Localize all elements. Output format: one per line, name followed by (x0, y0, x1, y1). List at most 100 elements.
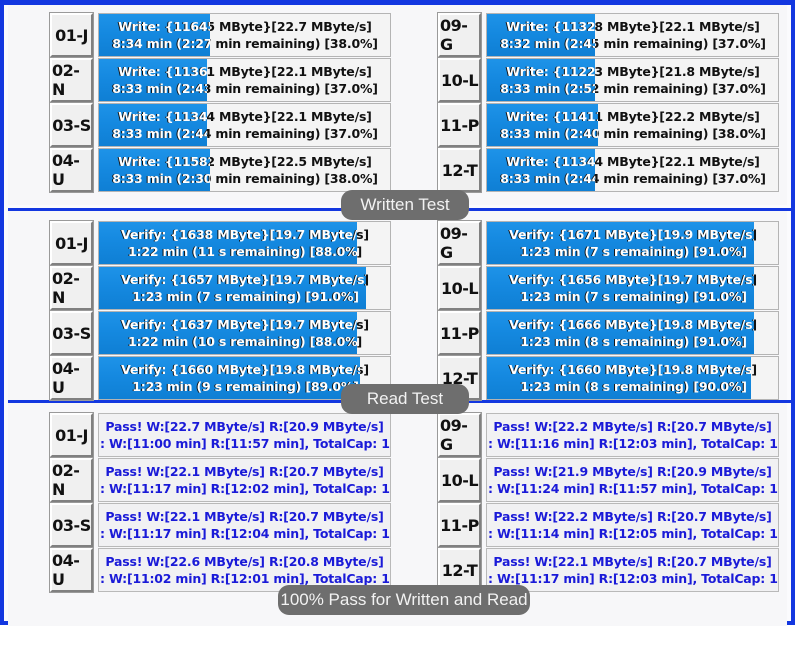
slot-row: 03-S Pass! W:[22.1 MByte/s] R:[20.7 MByte… (50, 503, 391, 547)
result-line-1: Pass! W:[22.2 MByte/s] R:[20.7 MByte/s] (493, 509, 772, 524)
slot-row: 11-P Pass! W:[22.2 MByte/s] R:[20.7 MByte… (438, 503, 779, 547)
slot-id-label[interactable]: 10-L (438, 266, 481, 310)
result-line-1: Pass! W:[22.1 MByte/s] R:[20.7 MByte/s] (105, 464, 384, 479)
slot-row: 10-L Write: {11223 MByte}[21.8 MByte/s] 8:… (438, 58, 779, 102)
slot-id-label[interactable]: 09-G (438, 221, 481, 265)
progress-bar-text-inverted-inner: Verify: {1637 MByte}[19.7 MByte/s] 1:22 m… (99, 312, 357, 354)
progress-line-2-inverted: 8:32 min (2:45 min remaining) [37.0%] (500, 36, 595, 51)
slot-id-label[interactable]: 11-P (438, 103, 481, 147)
result-line-1: Pass! W:[22.2 MByte/s] R:[20.7 MByte/s] (493, 419, 772, 434)
result-line-1: Pass! W:[22.6 MByte/s] R:[20.8 MByte/s] (105, 554, 384, 569)
progress-line-1-inverted: Write: {11344 MByte}[22.1 MByte/s] (118, 109, 207, 124)
progress-line-2-inverted: 8:33 min (2:43 min remaining) [37.0%] (112, 81, 207, 96)
slot-id-label[interactable]: 10-L (438, 458, 481, 502)
progress-bar: Write: {11223 MByte}[21.8 MByte/s] 8:33 m… (486, 58, 779, 102)
result-line-2: : W:[11:17 min] R:[12:02 min], TotalCap:… (100, 481, 390, 496)
slot-row: 11-P Write: {11411 MByte}[22.2 MByte/s] 8:… (438, 103, 779, 147)
progress-bar-text-inverted: Write: {11645 MByte}[22.7 MByte/s] 8:34 m… (99, 14, 210, 56)
progress-line-2-inverted: 1:23 min (8 s remaining) [91.0%] (520, 334, 747, 349)
slot-row: 09-G Verify: {1671 MByte}[19.9 MByte/s] 1:… (438, 221, 779, 265)
result-line-2: : W:[11:24 min] R:[11:57 min], TotalCap:… (488, 481, 778, 496)
progress-line-1-inverted: Write: {11411 MByte}[22.2 MByte/s] (506, 109, 598, 124)
progress-bar: Write: {11582 MByte}[22.5 MByte/s] 8:33 m… (98, 148, 391, 192)
result-box: Pass! W:[21.9 MByte/s] R:[20.9 MByte/s]:… (486, 458, 779, 502)
progress-line-2-inverted: 1:23 min (8 s remaining) [90.0%] (520, 379, 747, 394)
slot-id-label[interactable]: 04-U (50, 148, 93, 192)
progress-line-2-inverted: 1:23 min (7 s remaining) [91.0%] (132, 289, 359, 304)
slot-id-label[interactable]: 04-U (50, 356, 93, 400)
progress-bar-text-inverted-inner: Verify: {1660 MByte}[19.8 MByte/s] 1:23 m… (99, 357, 360, 399)
progress-line-2-inverted: 8:33 min (2:30 min remaining) [38.0%] (112, 171, 210, 186)
progress-line-2-inverted: 8:34 min (2:27 min remaining) [38.0%] (112, 36, 210, 51)
slot-row: 03-S Write: {11344 MByte}[22.1 MByte/s] 8:… (50, 103, 391, 147)
slot-id-label[interactable]: 02-N (50, 58, 93, 102)
progress-line-2-inverted: 1:23 min (7 s remaining) [91.0%] (520, 289, 747, 304)
progress-bar: Write: {11645 MByte}[22.7 MByte/s] 8:34 m… (98, 13, 391, 57)
badge-summary: 100% Pass for Written and Read (278, 585, 530, 615)
slot-id-label[interactable]: 01-J (50, 13, 93, 57)
slot-id-label[interactable]: 01-J (50, 221, 93, 265)
progress-bar: Write: {11344 MByte}[22.1 MByte/s] 8:33 m… (98, 103, 391, 147)
slot-id-label[interactable]: 03-S (50, 103, 93, 147)
progress-line-1-inverted: Write: {11582 MByte}[22.5 MByte/s] (118, 154, 210, 169)
progress-bar-text-inverted: Verify: {1657 MByte}[19.7 MByte/s] 1:23 m… (99, 267, 366, 309)
progress-bar-text-inverted-inner: Verify: {1660 MByte}[19.8 MByte/s] 1:23 m… (487, 357, 751, 399)
slot-row: 11-P Verify: {1666 MByte}[19.8 MByte/s] 1:… (438, 311, 779, 355)
slot-row: 02-N Write: {11361 MByte}[22.1 MByte/s] 8:… (50, 58, 391, 102)
result-box: Pass! W:[22.2 MByte/s] R:[20.7 MByte/s]:… (486, 413, 779, 457)
slot-id-label[interactable]: 11-P (438, 503, 481, 547)
slot-id-label[interactable]: 10-L (438, 58, 481, 102)
slot-row: 01-J Verify: {1638 MByte}[19.7 MByte/s] 1:… (50, 221, 391, 265)
progress-line-2-inverted: 8:33 min (2:44 min remaining) [37.0%] (112, 126, 207, 141)
result-line-2: : W:[11:16 min] R:[12:03 min], TotalCap:… (488, 436, 778, 451)
slot-id-label[interactable]: 01-J (50, 413, 93, 457)
progress-bar-text-inverted-inner: Write: {11344 MByte}[22.1 MByte/s] 8:33 m… (99, 104, 207, 146)
progress-bar: Verify: {1671 MByte}[19.9 MByte/s] 1:23 m… (486, 221, 779, 265)
progress-bar-text-inverted: Verify: {1656 MByte}[19.7 MByte/s] 1:23 m… (487, 267, 754, 309)
slot-id-label[interactable]: 03-S (50, 311, 93, 355)
progress-bar: Write: {11361 MByte}[22.1 MByte/s] 8:33 m… (98, 58, 391, 102)
result-box: Pass! W:[22.7 MByte/s] R:[20.9 MByte/s]:… (98, 413, 391, 457)
slot-id-label[interactable]: 02-N (50, 458, 93, 502)
progress-bar-text-inverted: Verify: {1666 MByte}[19.8 MByte/s] 1:23 m… (487, 312, 754, 354)
slot-id-label[interactable]: 11-P (438, 311, 481, 355)
slot-id-label[interactable]: 03-S (50, 503, 93, 547)
result-box: Pass! W:[22.1 MByte/s] R:[20.7 MByte/s]:… (98, 503, 391, 547)
progress-line-1-inverted: Verify: {1666 MByte}[19.8 MByte/s] (509, 317, 754, 332)
slot-row: 01-J Write: {11645 MByte}[22.7 MByte/s] 8:… (50, 13, 391, 57)
progress-bar-text-inverted-inner: Verify: {1657 MByte}[19.7 MByte/s] 1:23 m… (99, 267, 366, 309)
progress-bar-text-inverted: Write: {11361 MByte}[22.1 MByte/s] 8:33 m… (99, 59, 207, 101)
progress-bar-text-inverted-inner: Verify: {1638 MByte}[19.7 MByte/s] 1:22 m… (99, 222, 357, 264)
slot-row: 04-U Write: {11582 MByte}[22.5 MByte/s] 8:… (50, 148, 391, 192)
progress-bar-text-inverted-inner: Verify: {1656 MByte}[19.7 MByte/s] 1:23 m… (487, 267, 754, 309)
slot-id-label[interactable]: 02-N (50, 266, 93, 310)
slot-id-label[interactable]: 09-G (438, 13, 481, 57)
result-line-1: Pass! W:[22.1 MByte/s] R:[20.7 MByte/s] (105, 509, 384, 524)
slot-row: 02-N Verify: {1657 MByte}[19.7 MByte/s] 1:… (50, 266, 391, 310)
progress-line-2-inverted: 8:33 min (2:44 min remaining) [37.0%] (500, 171, 595, 186)
result-line-2: : W:[11:14 min] R:[12:05 min], TotalCap:… (488, 526, 778, 541)
duplicator-status-screen: 01-J Write: {11645 MByte}[22.7 MByte/s] 8:… (0, 0, 800, 645)
progress-bar: Verify: {1660 MByte}[19.8 MByte/s] 1:23 m… (486, 356, 779, 400)
progress-bar-text-inverted-inner: Write: {11411 MByte}[22.2 MByte/s] 8:33 m… (487, 104, 598, 146)
progress-bar-text-inverted-inner: Verify: {1666 MByte}[19.8 MByte/s] 1:23 m… (487, 312, 754, 354)
slot-row: 12-T Verify: {1660 MByte}[19.8 MByte/s] 1:… (438, 356, 779, 400)
slot-row: 03-S Verify: {1637 MByte}[19.7 MByte/s] 1:… (50, 311, 391, 355)
slot-row: 09-G Pass! W:[22.2 MByte/s] R:[20.7 MByte… (438, 413, 779, 457)
slot-id-label[interactable]: 04-U (50, 548, 93, 592)
progress-bar: Verify: {1666 MByte}[19.8 MByte/s] 1:23 m… (486, 311, 779, 355)
progress-bar: Write: {11328 MByte}[22.1 MByte/s] 8:32 m… (486, 13, 779, 57)
result-line-2: : W:[11:17 min] R:[12:03 min], TotalCap:… (488, 571, 778, 586)
slot-id-label[interactable]: 12-T (438, 148, 481, 192)
progress-line-2-inverted: 8:33 min (2:52 min remaining) [37.0%] (500, 81, 595, 96)
progress-bar-text-inverted: Write: {11344 MByte}[22.1 MByte/s] 8:33 m… (99, 104, 207, 146)
badge-read-test-label: Read Test (366, 389, 444, 408)
progress-bar: Verify: {1637 MByte}[19.7 MByte/s] 1:22 m… (98, 311, 391, 355)
progress-line-2-inverted: 1:22 min (11 s remaining) [88.0%] (128, 244, 357, 259)
slot-id-label[interactable]: 09-G (438, 413, 481, 457)
badge-read-test: Read Test (341, 384, 469, 414)
progress-bar-text-inverted: Verify: {1638 MByte}[19.7 MByte/s] 1:22 m… (99, 222, 357, 264)
progress-line-1-inverted: Verify: {1660 MByte}[19.8 MByte/s] (121, 362, 360, 377)
badge-summary-label: 100% Pass for Written and Read (280, 590, 528, 609)
progress-bar-text-inverted-inner: Verify: {1671 MByte}[19.9 MByte/s] 1:23 m… (487, 222, 754, 264)
